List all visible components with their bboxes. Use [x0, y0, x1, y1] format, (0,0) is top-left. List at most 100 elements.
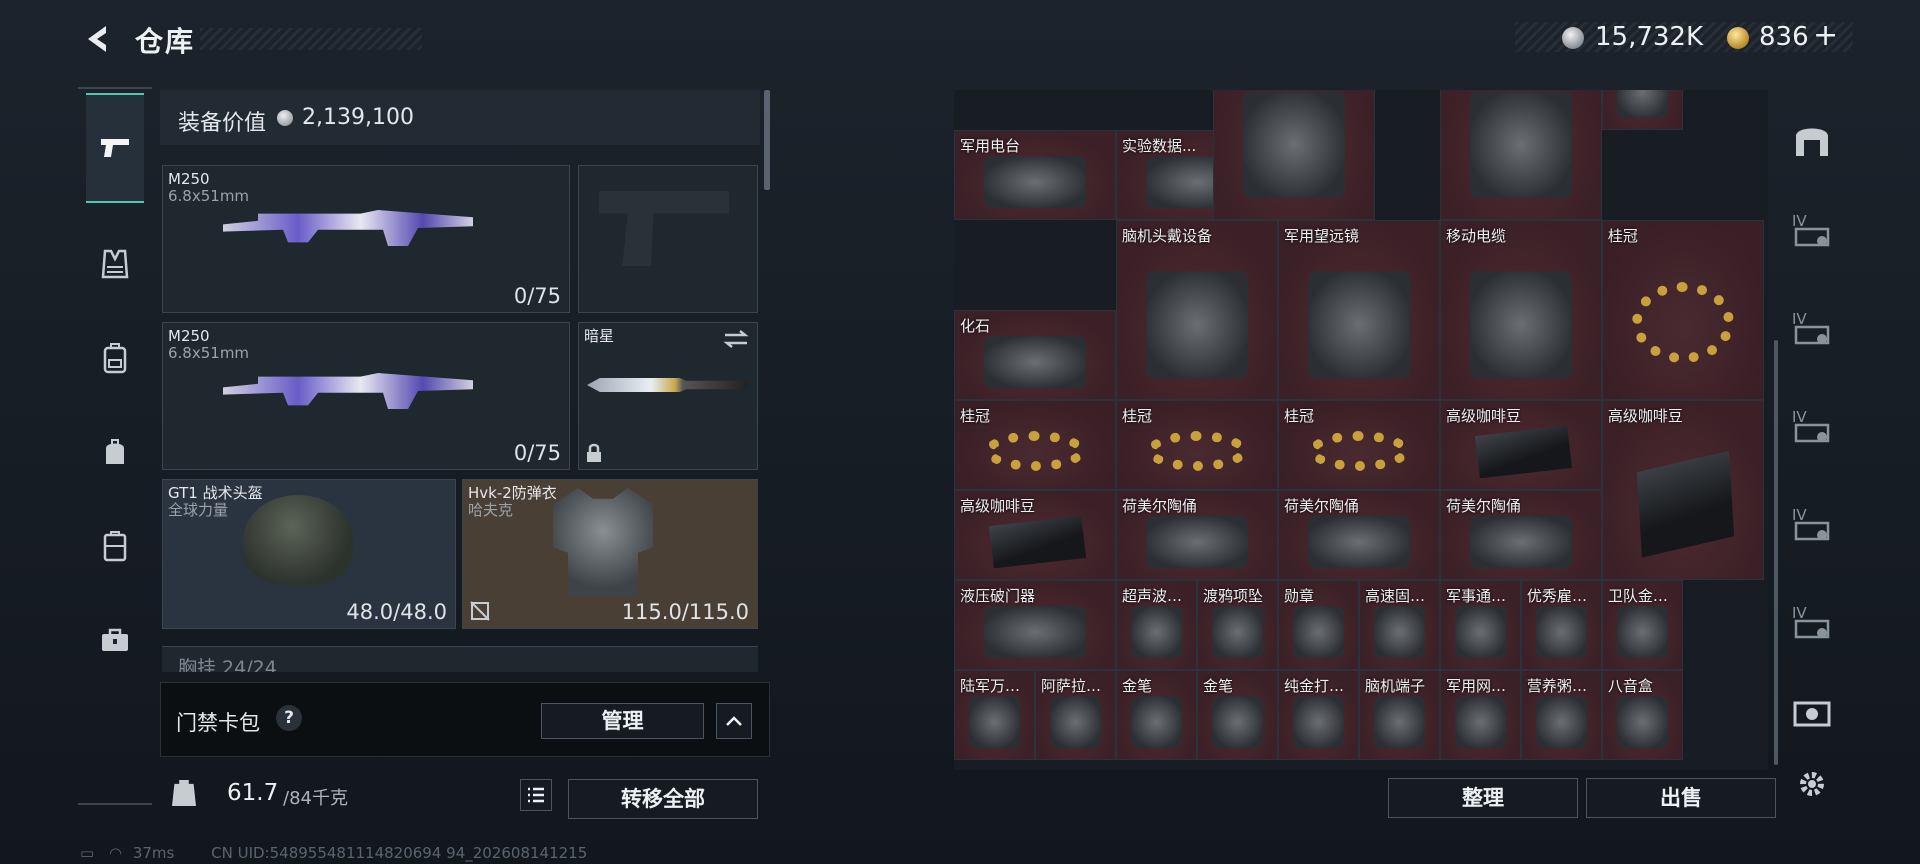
inventory-item[interactable]: 超声波切...	[1115, 580, 1197, 670]
inventory-item[interactable]: 阿萨拉酒杯	[1034, 670, 1116, 760]
nav-stash-home[interactable]	[1788, 116, 1836, 164]
keycard-bar: 门禁卡包 ? 管理	[160, 682, 770, 757]
nav-container-slot[interactable]: IV	[1788, 504, 1836, 552]
weapon-caliber: 6.8x51mm	[168, 187, 250, 205]
inventory-item[interactable]: 高级咖啡豆	[954, 490, 1116, 580]
inventory-item[interactable]: 军事通行证	[1439, 580, 1521, 670]
settings-button[interactable]	[1788, 760, 1836, 808]
machine-gun-icon	[223, 373, 473, 409]
pouch-icon	[106, 439, 124, 464]
nav-exchange[interactable]	[1788, 690, 1836, 738]
armor-durability: 115.0/115.0	[621, 600, 749, 624]
inventory-item[interactable]: 高级咖啡豆	[1601, 400, 1764, 580]
equipment-scrollbar[interactable]	[764, 90, 770, 190]
swap-icon[interactable]	[723, 329, 749, 349]
inventory-item[interactable]: 高级咖啡豆	[1439, 400, 1602, 490]
gold-amount: 836	[1759, 22, 1809, 52]
nav-pouch[interactable]	[86, 421, 144, 483]
inventory-item[interactable]: 军用网络...	[1439, 670, 1521, 760]
inventory-item[interactable]: 桂冠	[1277, 400, 1440, 490]
inventory-item[interactable]: 金笔	[1196, 670, 1278, 760]
inventory-item[interactable]: 优秀雇员...	[1520, 580, 1602, 670]
inventory-item[interactable]: 移动电缆	[1439, 220, 1602, 400]
ssd-icon	[1374, 605, 1425, 659]
sell-button[interactable]: 出售	[1586, 778, 1776, 818]
nav-container-slot[interactable]: IV	[1788, 602, 1836, 650]
nav-backpack[interactable]	[86, 327, 144, 389]
equipment-value-row: 装备价值 2,139,100	[160, 90, 760, 145]
inventory-item[interactable]: 渡鸦项坠	[1196, 580, 1278, 670]
inventory-item[interactable]: 荷美尔陶俑	[1115, 490, 1278, 580]
nav-container-slot[interactable]: IV	[1788, 210, 1836, 258]
inventory-item-name: 勋章	[1283, 587, 1314, 605]
music-box-icon	[1617, 695, 1668, 749]
manage-button[interactable]: 管理	[541, 703, 704, 739]
inventory-item[interactable]: 陆军万用表	[954, 670, 1035, 760]
inventory-item-name: 桂冠	[1607, 227, 1638, 245]
inventory-item[interactable]: 液压破门器	[954, 580, 1116, 670]
nav-case[interactable]	[86, 515, 144, 577]
coffee-icon	[1636, 450, 1735, 558]
inventory-item[interactable]: 荷美尔陶俑	[1277, 490, 1440, 580]
inventory-item[interactable]: 化石	[954, 310, 1116, 400]
inventory-item[interactable]: 纯金打火机	[1277, 670, 1359, 760]
lock-icon	[587, 443, 601, 462]
chest-rig-slot[interactable]: 胸挂 24/24	[162, 646, 758, 672]
help-icon[interactable]: ?	[276, 705, 302, 731]
armor-slot[interactable]: Hvk-2防弹衣 哈夫克 115.0/115.0	[462, 479, 758, 629]
list-view-button[interactable]	[520, 779, 552, 811]
inventory-item[interactable]	[1601, 90, 1683, 130]
chest-rig-label: 胸挂 24/24	[178, 657, 277, 672]
inventory-item[interactable]: 营养粥罐头	[1520, 670, 1602, 760]
transfer-all-button[interactable]: 转移全部	[568, 779, 758, 819]
inventory-item[interactable]	[1213, 90, 1376, 220]
helmet-name: GT1 战术头盔	[168, 484, 263, 502]
inventory-item[interactable]: 桂冠	[954, 400, 1116, 490]
inventory-item[interactable]: 军用电台	[954, 130, 1116, 220]
nav-divider	[78, 803, 152, 805]
helmet-slot[interactable]: GT1 战术头盔 全球力量 48.0/48.0	[162, 479, 456, 629]
inventory-item-name: 超声波切...	[1121, 587, 1190, 605]
inventory-item[interactable]: 脑机头戴设备	[1115, 220, 1278, 400]
melee-slot[interactable]: 暗星	[578, 322, 758, 470]
inventory-item[interactable]: 军用望远镜	[1277, 220, 1440, 400]
inventory-item[interactable]: 桂冠	[1601, 220, 1764, 400]
primary-weapon-slot-2[interactable]: M250 6.8x51mm 0/75	[162, 322, 570, 470]
expand-button[interactable]	[716, 703, 752, 739]
nav-toolbox[interactable]	[86, 609, 144, 671]
inventory-item[interactable]: 金笔	[1115, 670, 1197, 760]
container-level: IV	[1792, 408, 1807, 426]
top-bar: 仓库 15,732K 836 +	[0, 0, 1920, 80]
inventory-item-name: 化石	[960, 317, 991, 335]
inventory-item[interactable]: 桂冠	[1115, 400, 1278, 490]
nav-weapons[interactable]	[86, 93, 144, 203]
inventory-item[interactable]: 脑机端子	[1358, 670, 1440, 760]
nav-container-slot[interactable]: IV	[1788, 308, 1836, 356]
inventory-item-name: 渡鸦项坠	[1202, 587, 1263, 605]
nav-vest[interactable]	[86, 233, 144, 295]
inventory-item[interactable]: 荷美尔陶俑	[1439, 490, 1602, 580]
back-arrow-icon[interactable]	[80, 22, 114, 56]
no-repair-icon	[470, 601, 490, 621]
pendant-icon	[1212, 605, 1263, 659]
sort-button[interactable]: 整理	[1388, 778, 1578, 818]
page-title: 仓库	[135, 25, 196, 58]
inventory-item-name: 军事通行证	[1445, 587, 1514, 605]
pistol-slot-empty[interactable]	[578, 165, 758, 313]
inventory-item-name: 移动电缆	[1445, 227, 1506, 245]
inventory-item[interactable]: 勋章	[1277, 580, 1359, 670]
can-icon	[1536, 695, 1587, 749]
inventory-item[interactable]: 卫队金扳指	[1601, 580, 1683, 670]
add-currency-button[interactable]: +	[1813, 18, 1838, 53]
inventory-item-name: 荷美尔陶俑	[1445, 497, 1521, 515]
nav-container-slot[interactable]: IV	[1788, 406, 1836, 454]
binoculars-icon	[1307, 270, 1411, 378]
inventory-item[interactable]: 高速固态...	[1358, 580, 1440, 670]
inventory-scrollbar[interactable]	[1774, 340, 1778, 765]
inventory-item[interactable]	[1439, 90, 1602, 220]
inventory-item-name: 军用电台	[960, 137, 1021, 155]
primary-weapon-slot-1[interactable]: M250 6.8x51mm 0/75	[162, 165, 570, 313]
inventory-item[interactable]: 八音盒	[1601, 670, 1683, 760]
toolbox-icon	[102, 628, 128, 651]
inventory-item-name: 高速固态...	[1364, 587, 1433, 605]
